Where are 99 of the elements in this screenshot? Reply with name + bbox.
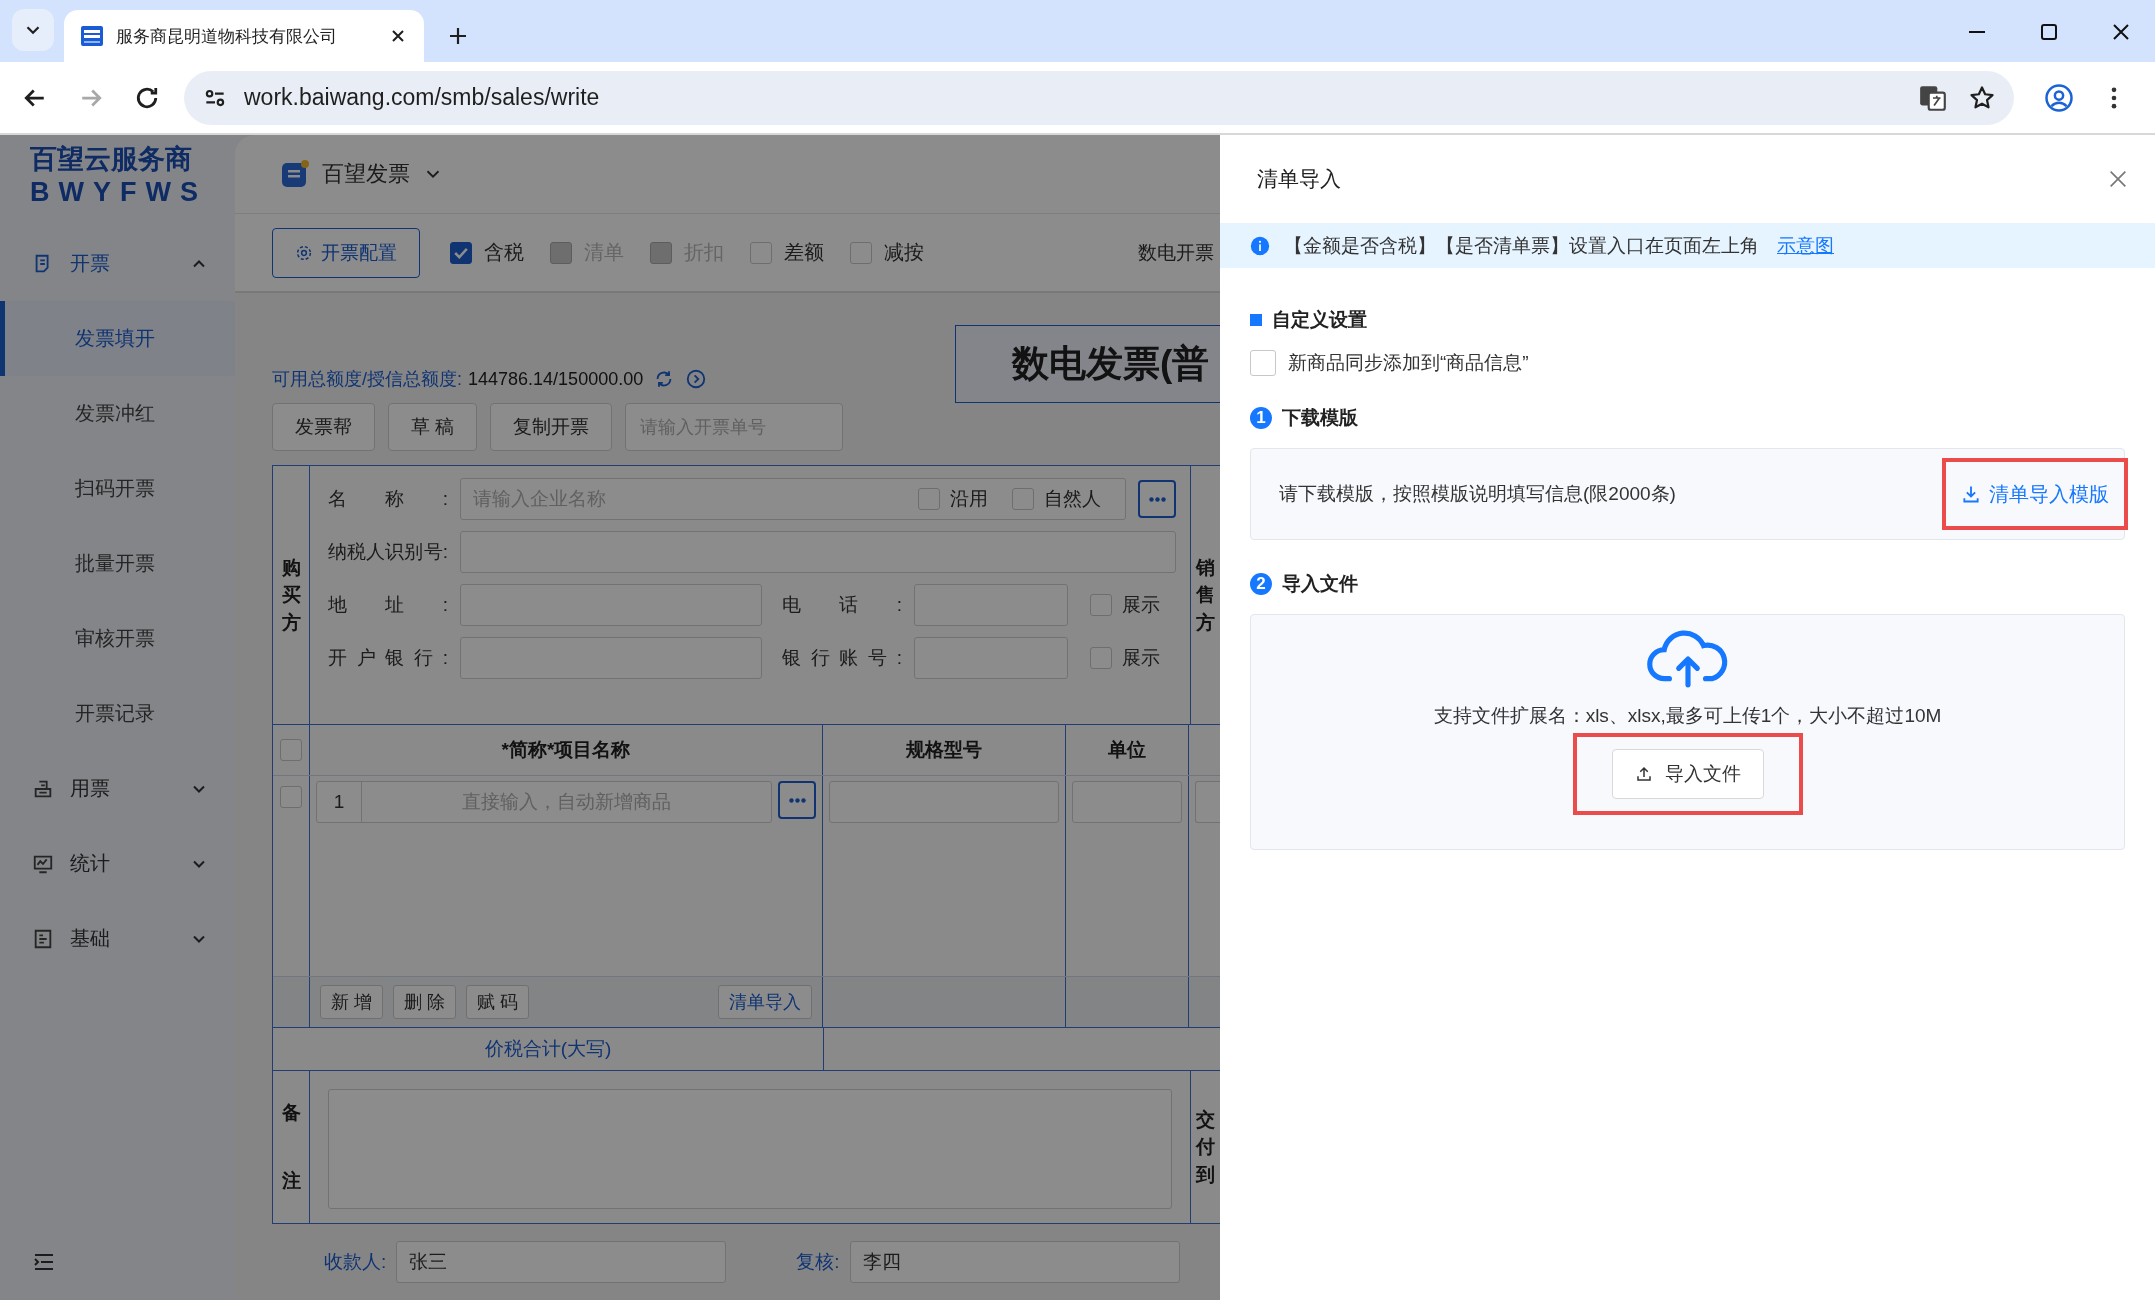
sidebar-item[interactable]: 用票 <box>0 751 235 826</box>
field-label: 纳税人识别号: <box>328 540 448 564</box>
upload-hint: 支持文件扩展名：xls、xlsx,最多可上传1个，大小不超过10M <box>1433 704 1942 728</box>
field-label: 银行账号: <box>782 646 902 670</box>
signer-label: 复核: <box>796 1250 840 1274</box>
remarks-label: 备注 <box>273 1071 310 1223</box>
brand-subtitle: BWYFWS <box>30 177 208 208</box>
sidebar-subitem[interactable]: 发票冲红 <box>0 376 235 451</box>
site-favicon-icon <box>80 24 104 48</box>
action-button[interactable]: 草 稿 <box>388 403 478 451</box>
invoice-title: 数电发票(普 <box>955 325 1220 403</box>
sidebar-subitem[interactable]: 批量开票 <box>0 526 235 601</box>
column-header: 规格型号 <box>906 738 982 762</box>
checkbox[interactable] <box>280 786 302 808</box>
checkbox[interactable] <box>450 241 472 264</box>
field-label: 地址: <box>328 593 448 617</box>
checkbox-label: 减按 <box>884 240 924 266</box>
row-action-button[interactable]: 赋 码 <box>466 985 530 1019</box>
more-dots-icon <box>1148 496 1166 502</box>
sidebar-subitem[interactable]: 审核开票 <box>0 601 235 676</box>
total-label: 价税合计(大写) <box>484 1037 612 1061</box>
app-name[interactable]: 百望发票 <box>322 159 410 190</box>
spec-field[interactable] <box>829 781 1059 823</box>
checkbox-label: 自然人 <box>1044 487 1101 511</box>
cloud-upload-icon <box>1645 627 1730 689</box>
sidebar-item[interactable]: 统计 <box>0 826 235 901</box>
config-button[interactable]: 开票配置 <box>272 227 420 278</box>
diagram-link[interactable]: 示意图 <box>1777 232 1834 259</box>
sidebar-subitem[interactable]: 发票填开 <box>0 301 235 376</box>
row-action-button[interactable]: 删 除 <box>393 985 457 1019</box>
checkbox[interactable] <box>1012 488 1034 510</box>
app-logo-icon <box>280 159 310 190</box>
checkbox-label: 展示 <box>1122 593 1160 617</box>
upload-icon <box>1634 765 1653 783</box>
notice-text: 【金额是否含税】【是否清单票】设置入口在页面左上角 <box>1284 233 1759 258</box>
arrow-right-circle-icon[interactable] <box>685 368 708 390</box>
brand-title: 百望云服务商 <box>30 143 193 176</box>
field-label: 名称: <box>328 487 448 511</box>
more-dots-icon <box>788 797 806 803</box>
download-icon <box>1961 484 1981 504</box>
section-title: 导入文件 <box>1282 572 1358 596</box>
checkbox-label: 差额 <box>784 240 824 266</box>
remarks-field[interactable] <box>328 1089 1172 1209</box>
settings-icon <box>295 243 313 262</box>
field-label: 开户银行: <box>328 646 448 670</box>
more-button[interactable] <box>1138 480 1176 518</box>
mode-label: 数电开票 <box>1138 240 1215 265</box>
checkbox-label: 含税 <box>484 240 524 266</box>
sidebar-subitem[interactable]: 扫码开票 <box>0 451 235 526</box>
section-title: 下载模版 <box>1282 406 1358 430</box>
card-icon <box>32 927 54 950</box>
more-button[interactable] <box>778 781 816 819</box>
checkbox[interactable] <box>1090 647 1112 669</box>
row-number: 1 <box>317 782 362 822</box>
browser-tab[interactable]: 服务商昆明道物科技有限公司 <box>64 10 424 62</box>
column-header: *简称*项目名称 <box>501 738 631 762</box>
checkbox[interactable] <box>918 488 940 510</box>
checkbox[interactable] <box>750 241 772 264</box>
action-button[interactable]: 发票帮 <box>272 403 375 451</box>
checkbox[interactable] <box>280 739 302 761</box>
checkbox-label: 沿用 <box>950 487 988 511</box>
info-icon <box>1250 235 1270 256</box>
quota-label: 可用总额度/授信总额度: <box>272 368 462 391</box>
column-header: 单位 <box>1108 738 1146 762</box>
field-label: 电话: <box>782 593 902 617</box>
section-title: 自定义设置 <box>1272 308 1367 332</box>
list-import-button[interactable]: 清单导入 <box>718 985 812 1019</box>
drawer-title: 清单导入 <box>1257 166 1341 192</box>
download-template-link[interactable]: 清单导入模版 <box>1961 480 2109 508</box>
phone-field[interactable] <box>914 584 1068 626</box>
checkbox-label: 展示 <box>1122 646 1160 670</box>
buyer-label: 购买方 <box>273 466 310 724</box>
step-number: 1 <box>1250 407 1272 429</box>
signer-field[interactable]: 李四 <box>849 1241 1180 1283</box>
account-field[interactable] <box>914 637 1068 679</box>
sidebar-item[interactable]: 基础 <box>0 901 235 976</box>
checkbox[interactable] <box>1250 350 1276 376</box>
unit-field[interactable] <box>1072 781 1182 823</box>
profile-icon[interactable] <box>2044 82 2074 113</box>
square-bullet-icon <box>1250 314 1262 326</box>
address-field[interactable] <box>460 584 762 626</box>
sidebar-item[interactable]: 开票 <box>0 226 235 301</box>
bank-field[interactable] <box>460 637 762 679</box>
quota-value: 144786.14/150000.00 <box>468 368 644 390</box>
sidebar-subitem[interactable]: 开票记录 <box>0 676 235 751</box>
step-number: 2 <box>1250 573 1272 595</box>
checkbox[interactable] <box>1090 594 1112 616</box>
signer-field[interactable]: 张三 <box>396 1241 727 1283</box>
checkbox-label: 新商品同步添加到“商品信息” <box>1288 351 1529 375</box>
address-bar[interactable]: work.baiwang.com/smb/sales/write <box>184 70 2014 125</box>
import-file-button[interactable]: 导入文件 <box>1611 749 1764 799</box>
checkbox[interactable] <box>850 241 872 264</box>
signer-label: 收款人: <box>324 1250 387 1274</box>
download-instructions: 请下载模版，按照模版说明填写信息(限2000条) <box>1279 482 1677 506</box>
row-action-button[interactable]: 新 增 <box>320 985 383 1019</box>
action-button[interactable]: 复制开票 <box>490 403 613 451</box>
tax-id-field[interactable] <box>460 531 1176 573</box>
url-text: work.baiwang.com/smb/sales/write <box>244 84 601 111</box>
tab-search-button[interactable] <box>12 9 54 51</box>
